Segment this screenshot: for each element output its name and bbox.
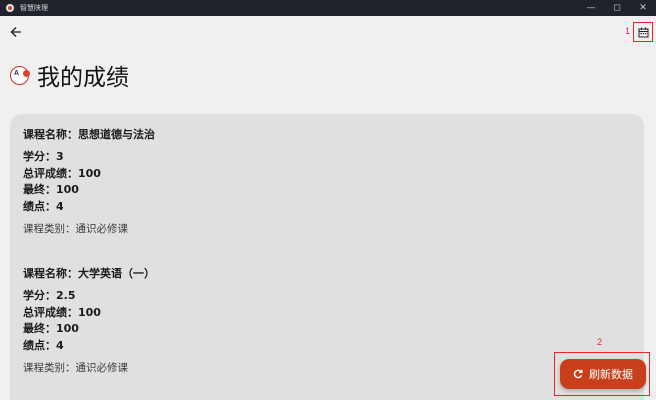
back-button[interactable] [8,24,24,40]
course-total-score: 总评成绩：100 [23,305,101,319]
course-category: 课程类别：通识必修课 [23,223,128,235]
calendar-icon [638,27,649,38]
refresh-icon [573,369,583,379]
course-credit: 学分：3 [23,150,64,163]
annotation-label-1: 1 [625,26,631,36]
page-header: A 我的成绩 [10,58,129,92]
course-credit: 学分：2.5 [23,289,76,302]
course-gpa: 绩点：4 [23,199,64,213]
course-final-score: 最终：100 [23,183,79,196]
window-title: 智慧陕理 [20,4,48,12]
maximize-icon[interactable]: ◻ [604,0,630,16]
refresh-data-button[interactable]: 刷新数据 [560,359,646,389]
page-title: 我的成绩 [37,65,129,91]
close-icon[interactable]: ✕ [630,0,656,16]
grades-list-card[interactable]: 课程名称：思想道德与法治 学分：3 总评成绩：100 最终：100 绩点：4 课… [10,114,644,400]
refresh-button-label: 刷新数据 [589,368,633,381]
course-final-score: 最终：100 [23,322,79,335]
course-total-score: 总评成绩：100 [23,166,101,180]
course-item: 课程名称：大学英语（一） 学分：2.5 总评成绩：100 最终：100 绩点：4… [23,265,155,375]
calendar-button[interactable] [635,24,652,41]
title-bar: 智慧陕理 — ◻ ✕ [0,0,656,16]
course-name: 课程名称：思想道德与法治 [23,128,155,141]
annotation-label-2: 2 [597,337,603,347]
minimize-icon[interactable]: — [578,0,604,16]
grade-a-plus-icon: A [10,65,30,85]
arrow-left-icon [10,27,21,37]
course-category: 课程类别：通识必修课 [23,362,128,374]
app-logo-icon [6,4,14,12]
window-controls: — ◻ ✕ [578,0,656,16]
course-item: 课程名称：思想道德与法治 学分：3 总评成绩：100 最终：100 绩点：4 课… [23,126,155,236]
course-name: 课程名称：大学英语（一） [23,267,155,280]
course-gpa: 绩点：4 [23,338,64,352]
